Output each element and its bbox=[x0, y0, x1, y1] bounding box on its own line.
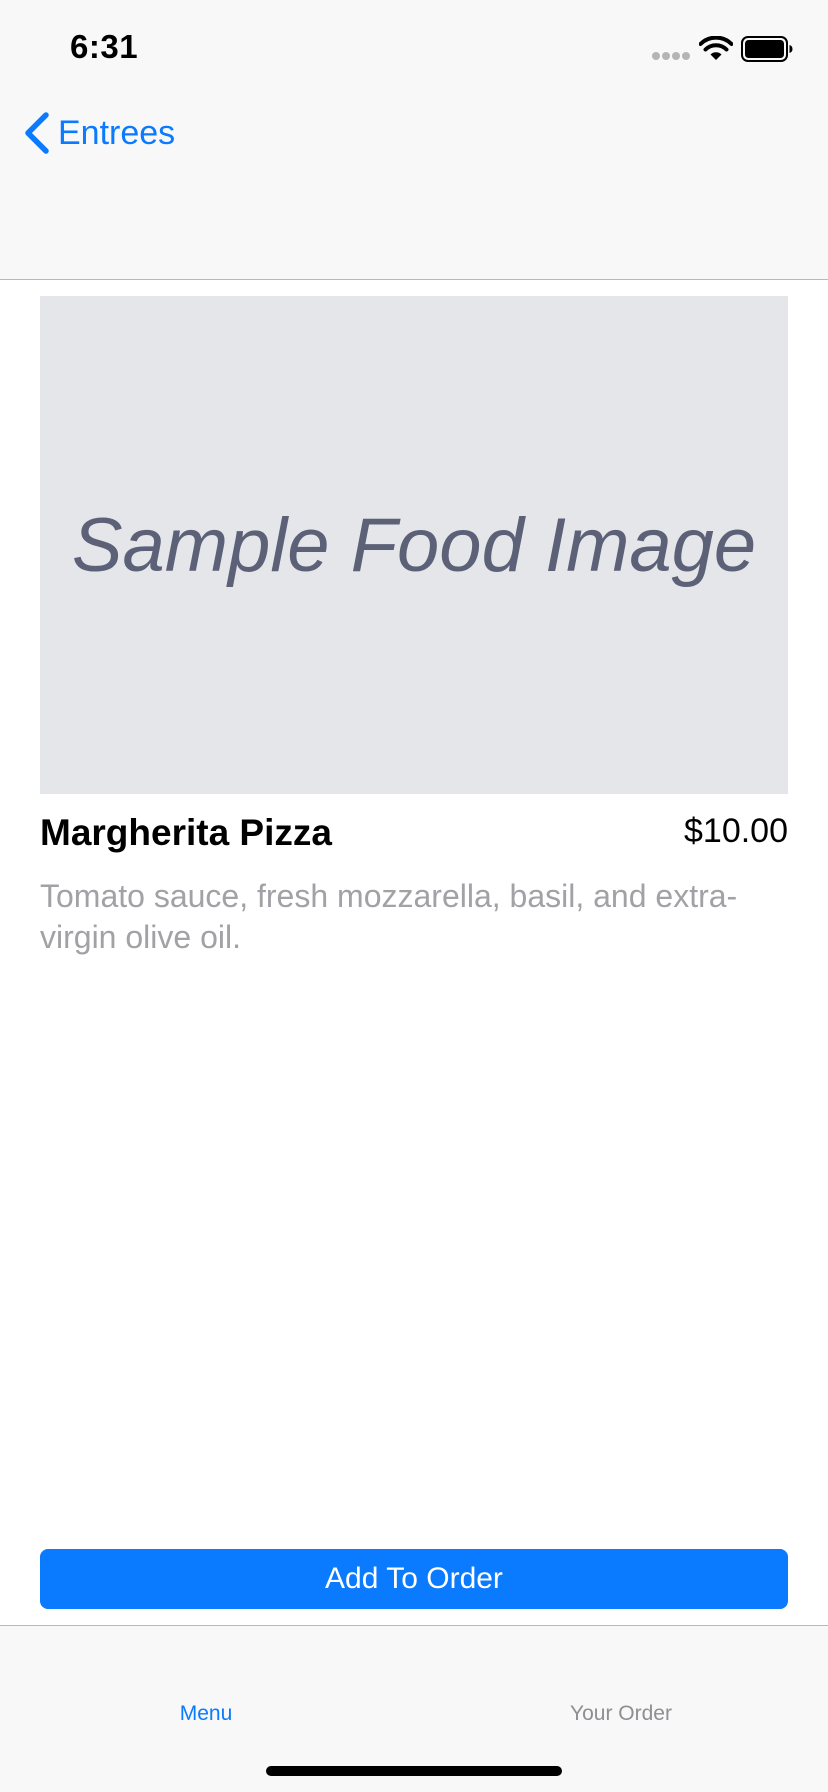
item-description: Tomato sauce, fresh mozzarella, basil, a… bbox=[40, 878, 738, 955]
food-image-placeholder-text: Sample Food Image bbox=[71, 502, 757, 588]
add-to-order-button[interactable]: Add To Order bbox=[40, 1549, 788, 1609]
item-detail-screen: 6:31 Entrees Sample Food Image Margherit… bbox=[0, 0, 828, 1792]
tab-bar: Menu Your Order bbox=[0, 1625, 828, 1792]
food-image: Sample Food Image bbox=[40, 296, 788, 794]
back-button-label: Entrees bbox=[58, 113, 176, 152]
item-name: Margherita Pizza bbox=[40, 812, 332, 853]
battery-icon bbox=[741, 36, 793, 62]
status-bar: 6:31 bbox=[0, 0, 828, 100]
item-price: $10.00 bbox=[684, 812, 788, 850]
signal-dots-icon bbox=[652, 52, 692, 62]
back-button[interactable]: Entrees bbox=[22, 108, 175, 158]
tab-menu[interactable]: Menu bbox=[56, 1702, 356, 1726]
wifi-icon bbox=[699, 36, 733, 60]
chevron-left-icon bbox=[25, 112, 49, 154]
tab-your-order[interactable]: Your Order bbox=[471, 1702, 771, 1726]
navigation-bar: Entrees bbox=[0, 100, 828, 280]
home-indicator bbox=[266, 1766, 562, 1776]
status-time: 6:31 bbox=[70, 28, 139, 65]
